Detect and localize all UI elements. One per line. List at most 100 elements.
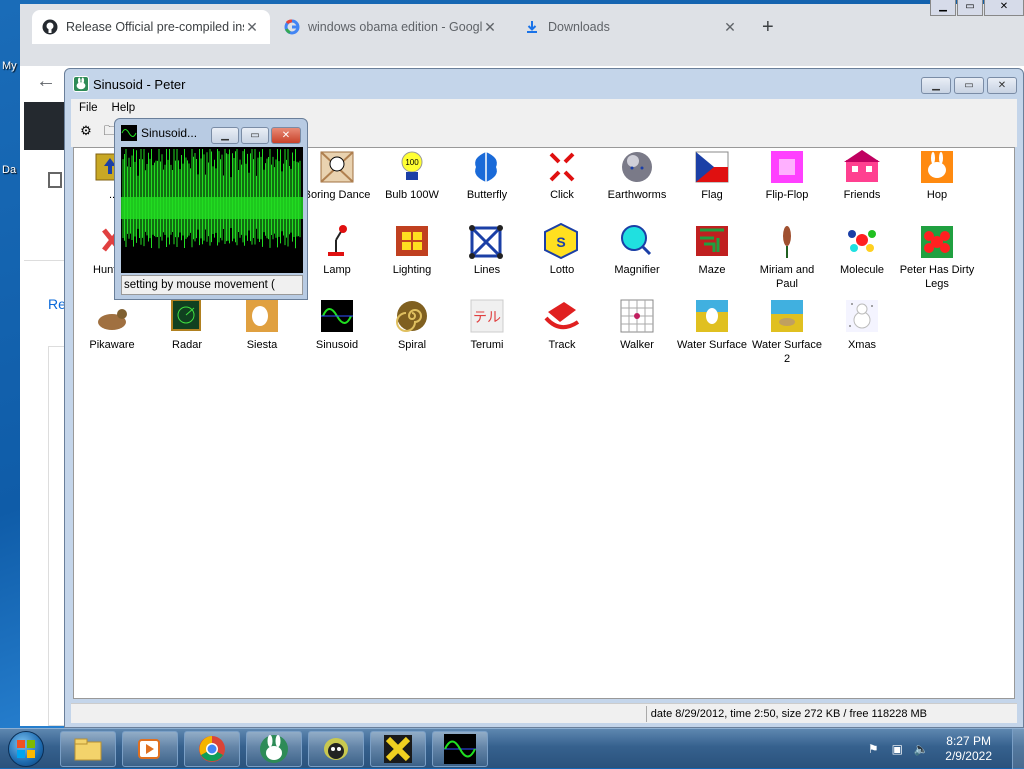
list-item[interactable]: Xmas — [824, 338, 900, 352]
file-info: date 8/29/2012, time 2:50, size 272 KB /… — [645, 706, 927, 722]
list-item[interactable]: Siesta — [224, 338, 300, 352]
item-label: Sinusoid — [315, 339, 359, 351]
list-item[interactable]: Walker — [599, 338, 675, 352]
clock[interactable]: 8:27 PM 2/9/2022 — [945, 734, 992, 764]
taskbar-sinusoid[interactable] — [432, 731, 488, 767]
minimize-icon[interactable]: ▁ — [930, 0, 956, 16]
list-item[interactable]: Magnifier — [599, 263, 675, 277]
pikaware-icon — [98, 309, 127, 330]
close-icon[interactable]: ✕ — [482, 19, 498, 36]
volume-icon[interactable]: 🔈 — [913, 741, 929, 757]
minimize-icon[interactable]: ▁ — [211, 127, 239, 144]
maximize-icon[interactable]: ▭ — [241, 127, 269, 144]
item-label: Terumi — [470, 339, 504, 351]
earthworms-icon — [622, 152, 652, 182]
tab-github-release[interactable]: Release Official pre-compiled ins ✕ — [32, 10, 270, 44]
taskbar-explorer[interactable] — [60, 731, 116, 767]
lamp-icon — [328, 225, 347, 256]
list-item[interactable]: Flip-Flop — [749, 188, 825, 202]
list-item[interactable]: Molecule — [824, 263, 900, 277]
item-label: Boring Dance — [303, 189, 371, 201]
sinusoid-window: Sinusoid... ▁ ▭ ✕ setting by mouse movem… — [114, 118, 308, 300]
item-label: Lines — [473, 264, 501, 276]
taskbar-chrome[interactable] — [184, 731, 240, 767]
waveform-canvas[interactable] — [121, 147, 303, 273]
maximize-icon[interactable]: ▭ — [957, 0, 983, 16]
list-item[interactable]: Hop — [899, 188, 975, 202]
flip-flop-icon — [771, 151, 803, 183]
flag-icon — [695, 151, 729, 183]
list-item[interactable]: Bulb 100W — [374, 188, 450, 202]
minimize-icon[interactable]: ▁ — [921, 77, 951, 94]
bulb-icon: 100 — [401, 151, 423, 180]
tab-google-search[interactable]: windows obama edition - Googl ✕ — [274, 10, 508, 44]
list-item[interactable]: Pikaware — [74, 338, 150, 352]
walker-icon — [620, 299, 654, 333]
friends-icon — [844, 150, 880, 182]
list-item[interactable]: Spiral — [374, 338, 450, 352]
taskbar-alien[interactable] — [308, 731, 364, 767]
molecule-icon — [848, 230, 876, 252]
list-item[interactable]: Lines — [449, 263, 525, 277]
start-button[interactable] — [8, 731, 44, 767]
window-controls: ▁ ▭ ✕ — [918, 77, 1017, 94]
list-item[interactable]: Friends — [824, 188, 900, 202]
list-item[interactable]: Miriam and Paul — [749, 263, 825, 291]
list-item[interactable]: Water Surface 2 — [749, 338, 825, 366]
close-icon[interactable]: ✕ — [984, 0, 1024, 16]
item-label: Pikaware — [89, 339, 135, 351]
menu-file[interactable]: File — [79, 102, 98, 114]
taskbar-media-player[interactable] — [122, 731, 178, 767]
maximize-icon[interactable]: ▭ — [954, 77, 984, 94]
list-item[interactable]: Track — [524, 338, 600, 352]
item-label: Track — [548, 339, 576, 351]
list-item[interactable]: Sinusoid — [299, 338, 375, 352]
item-label: Radar — [172, 339, 202, 351]
window-titlebar[interactable]: Sinusoid - Peter — [65, 69, 1023, 99]
list-item[interactable]: Lighting — [374, 263, 450, 277]
github-icon — [42, 19, 58, 35]
item-label: Lamp — [323, 264, 351, 276]
new-tab-icon[interactable]: + — [762, 16, 774, 39]
list-item[interactable]: Butterfly — [449, 188, 525, 202]
item-label: Molecule — [839, 264, 885, 276]
taskbar-x-app[interactable] — [370, 731, 426, 767]
settings-icon[interactable]: ⚙ — [77, 123, 95, 139]
show-desktop-button[interactable] — [1012, 729, 1024, 769]
item-label: Lotto — [549, 264, 575, 276]
menu-help[interactable]: Help — [112, 102, 136, 114]
sinusoid-icon — [321, 300, 353, 332]
list-item[interactable]: Flag — [674, 188, 750, 202]
xmas-icon — [846, 300, 878, 332]
list-item[interactable]: Maze — [674, 263, 750, 277]
butterfly-icon — [475, 152, 497, 182]
close-icon[interactable]: ✕ — [244, 19, 260, 36]
item-label: Earthworms — [607, 189, 667, 201]
miriam-paul-icon — [783, 226, 791, 258]
list-item[interactable]: Terumi — [449, 338, 525, 352]
window-title: Sinusoid... — [141, 126, 198, 140]
github-header — [24, 102, 68, 150]
status-text: setting by mouse movement ( — [121, 275, 303, 295]
network-icon[interactable]: ▣ — [889, 741, 905, 757]
taskbar-peter-rabbit[interactable] — [246, 731, 302, 767]
action-center-icon[interactable]: ⚑ — [865, 741, 881, 757]
close-icon[interactable]: ✕ — [987, 77, 1017, 94]
rabbit-icon — [260, 735, 288, 763]
svg-text:テル: テル — [473, 310, 501, 326]
close-icon[interactable]: ✕ — [722, 19, 738, 36]
list-item[interactable]: Peter Has Dirty Legs — [899, 263, 975, 291]
list-item[interactable]: Click — [524, 188, 600, 202]
list-item[interactable]: Boring Dance — [299, 188, 375, 202]
tab-downloads[interactable]: Downloads ✕ — [514, 10, 748, 44]
close-icon[interactable]: ✕ — [271, 127, 301, 144]
list-item[interactable]: Radar — [149, 338, 225, 352]
chrome-icon — [199, 736, 225, 762]
menu-bar: File Help — [71, 99, 1017, 117]
list-item[interactable]: Earthworms — [599, 188, 675, 202]
list-item[interactable]: Lamp — [299, 263, 375, 277]
back-arrow-icon[interactable]: ← — [36, 70, 56, 93]
list-item[interactable]: Lotto — [524, 263, 600, 277]
list-item[interactable]: Water Surface — [674, 338, 750, 352]
siesta-icon — [246, 300, 278, 332]
